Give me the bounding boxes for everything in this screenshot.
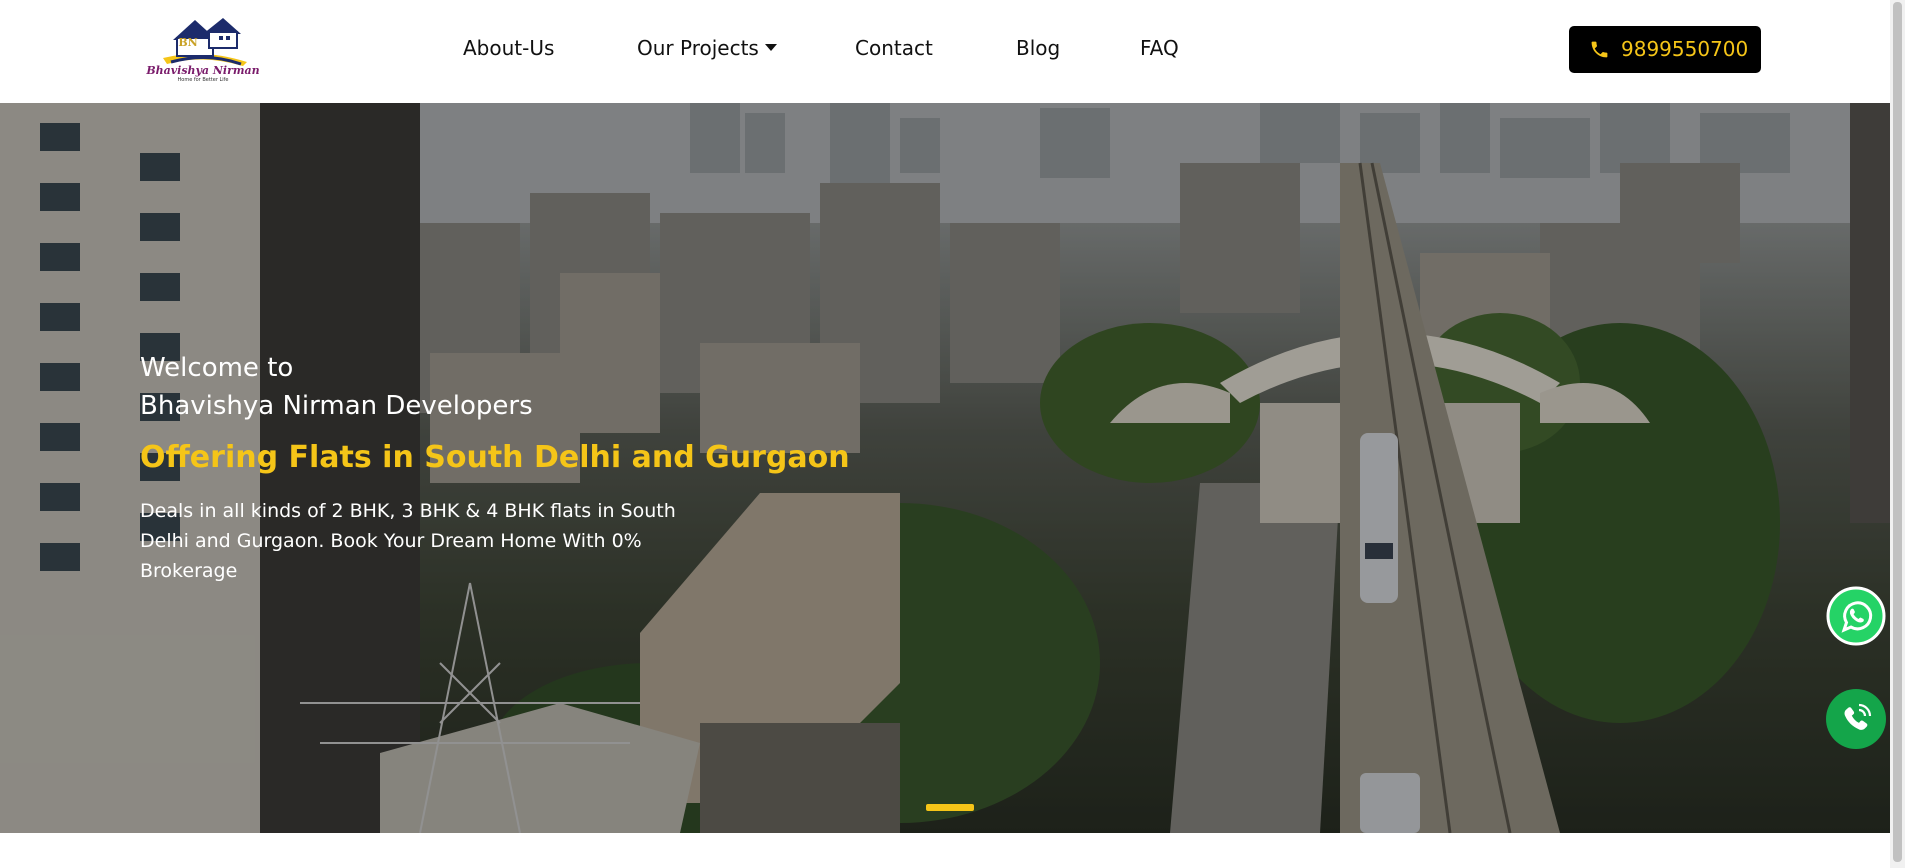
phone-icon (1591, 41, 1608, 58)
phone-call-icon[interactable] (1826, 689, 1886, 749)
hero-headline: Offering Flats in South Delhi and Gurgao… (140, 440, 850, 475)
scrollbar-thumb[interactable] (1893, 2, 1902, 862)
nav-our-projects-label: Our Projects (637, 36, 759, 60)
nav-blog[interactable]: Blog (1016, 36, 1060, 60)
nav-about-us[interactable]: About-Us (463, 36, 554, 60)
logo-tagline: Home for Better Life (177, 77, 229, 83)
page-content-start (0, 833, 1905, 868)
logo-wordmark: Bhavishya Nirman (146, 64, 260, 77)
whatsapp-icon[interactable] (1826, 586, 1886, 646)
hero-welcome-line1: Welcome to (140, 353, 294, 383)
nav-contact[interactable]: Contact (855, 36, 933, 60)
logo-monogram: BN (178, 36, 198, 49)
hero-banner: Welcome to Bhavishya Nirman Developers O… (0, 103, 1905, 833)
phone-call-button[interactable]: 9899550700 (1569, 26, 1761, 73)
hero-description: Deals in all kinds of 2 BHK, 3 BHK & 4 B… (140, 500, 676, 582)
nav-our-projects[interactable]: Our Projects (637, 36, 777, 60)
hero-welcome-line2: Bhavishya Nirman Developers (140, 391, 533, 421)
slider-indicator-active[interactable] (926, 804, 974, 811)
phone-number: 9899550700 (1621, 37, 1749, 61)
caret-down-icon (764, 44, 777, 51)
site-header: BN Bhavishya Nirman Home for Better Life… (0, 0, 1905, 103)
nav-faq[interactable]: FAQ (1140, 36, 1179, 60)
hero-welcome: Welcome to Bhavishya Nirman Developers (140, 349, 533, 425)
